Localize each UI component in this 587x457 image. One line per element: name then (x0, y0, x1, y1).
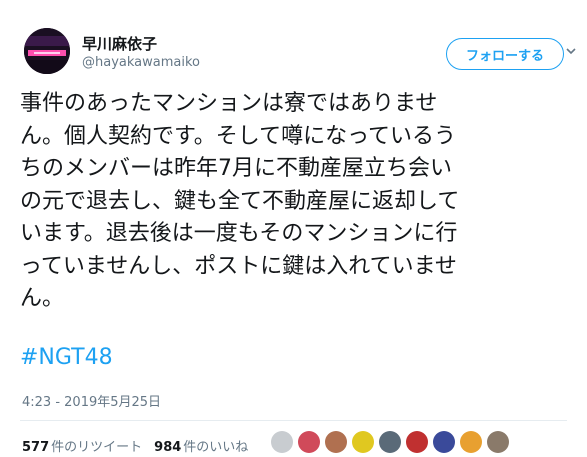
avatar[interactable] (24, 28, 70, 74)
liker-avatar-6[interactable] (406, 431, 428, 453)
divider (20, 420, 567, 421)
liker-avatar-7[interactable] (433, 431, 455, 453)
tweet-stats: 577 件のリツイート 984 件のいいね (22, 436, 260, 455)
liker-avatar-9[interactable] (487, 431, 509, 453)
tweet-header: 早川麻依子 @hayakawamaiko フォローする (24, 28, 576, 80)
tweet-timestamp[interactable]: 4:23 - 2019年5月25日 (22, 391, 161, 410)
display-name[interactable]: 早川麻依子 (82, 33, 157, 54)
tweet-text: 事件のあったマンションは寮ではありませ ん。個人契約です。そして噂になっているう… (20, 91, 460, 311)
user-handle[interactable]: @hayakawamaiko (82, 55, 200, 70)
liker-avatar-2[interactable] (298, 431, 320, 453)
liker-avatar-8[interactable] (460, 431, 482, 453)
liker-avatar-3[interactable] (325, 431, 347, 453)
follow-button[interactable]: フォローする (446, 38, 564, 70)
liker-avatar-4[interactable] (352, 431, 374, 453)
liker-avatars (271, 431, 514, 453)
retweets-stat[interactable]: 577 件のリツイート (22, 436, 142, 455)
likes-stat[interactable]: 984 件のいいね (154, 436, 248, 455)
chevron-down-icon[interactable] (564, 44, 578, 58)
liker-avatar-1[interactable] (271, 431, 293, 453)
hashtag-link[interactable]: #NGT48 (20, 345, 113, 370)
liker-avatar-5[interactable] (379, 431, 401, 453)
